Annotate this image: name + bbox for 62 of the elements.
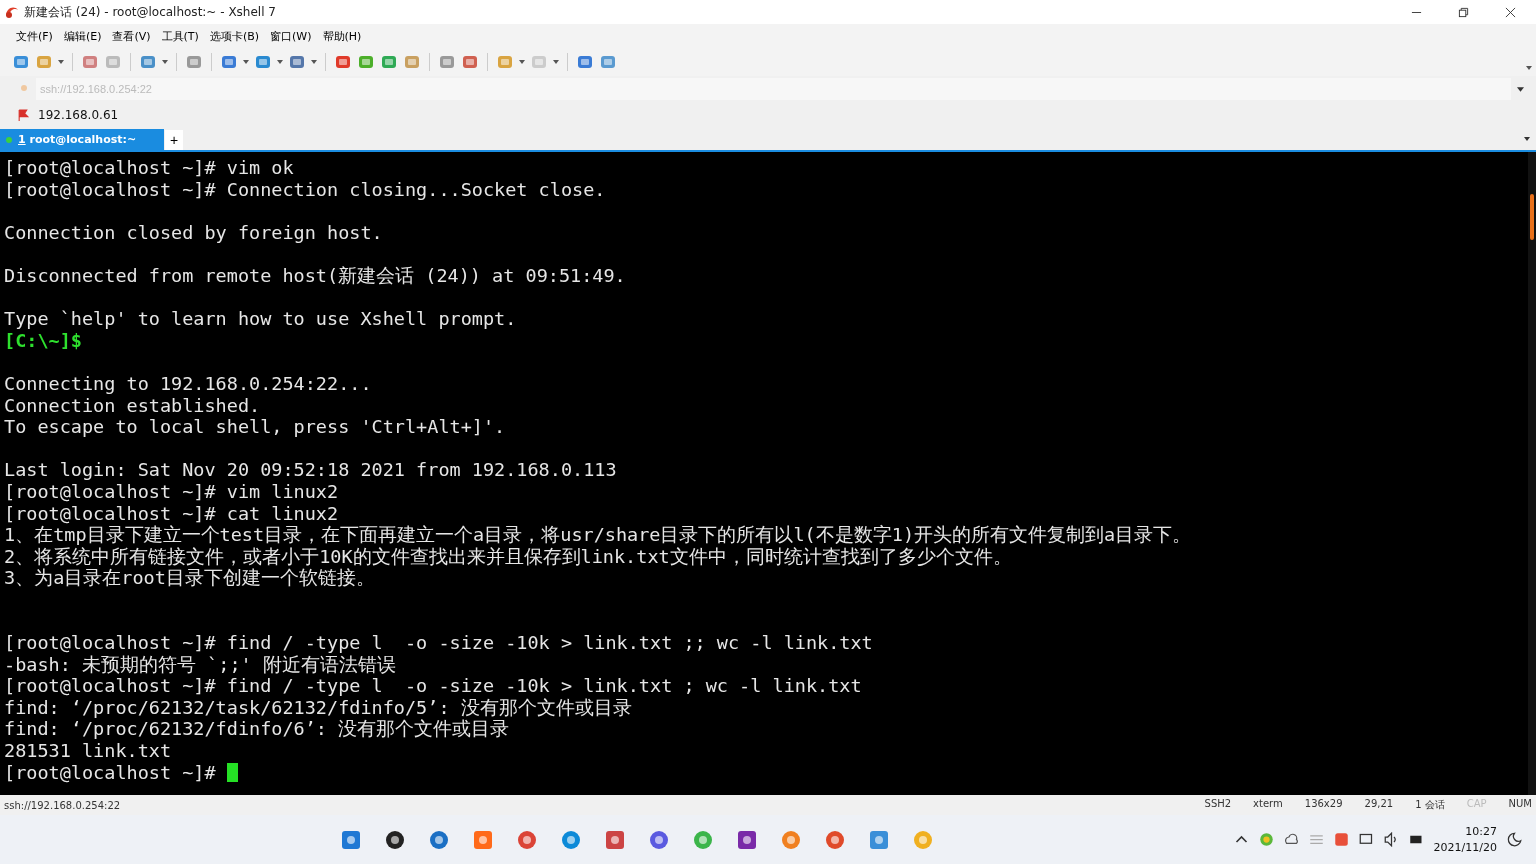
terminal-line: [root@localhost ~]# cat linux2: [4, 502, 339, 524]
menu-item[interactable]: 编辑(E): [63, 28, 102, 44]
menu-item[interactable]: 窗口(W): [270, 28, 312, 44]
terminal-line: Last login: Sat Nov 20 09:52:18 2021 from 192.168.0.113: [4, 459, 617, 481]
clock-date[interactable]: 2021/11/20: [1433, 839, 1497, 856]
clock-time[interactable]: 10:27: [1465, 823, 1497, 840]
terminal-line: To escape to local shell, press 'Ctrl+Alt+]'.: [4, 416, 506, 438]
terminal-line: 281531 link.txt: [4, 740, 172, 762]
terminal-line: [root@localhost ~]# vim ok: [4, 157, 294, 178]
terminal-line: -bash: 未预期的符号 `;;' 附近有语法错误: [4, 653, 396, 675]
terminal-line: [root@localhost ~]# vim linux2: [4, 480, 339, 502]
menu-item[interactable]: 帮助(H): [322, 28, 362, 44]
restore-icon[interactable]: [1458, 6, 1469, 18]
window-title: 新建会话 (24) - root@localhost:~ - Xshell 7: [24, 3, 276, 21]
menu-item[interactable]: 工具(T): [161, 28, 199, 44]
dropdown-caret-icon[interactable]: [1524, 137, 1530, 141]
status-item: SSH2: [1204, 798, 1232, 811]
status-item: 136x29: [1304, 798, 1343, 811]
session-tab[interactable]: 1 root@localhost:~: [0, 129, 165, 150]
dropdown-caret-icon[interactable]: [519, 60, 525, 64]
terminal-line: [root@localhost ~]# Connection closing...Socket close.: [4, 178, 606, 200]
address-field[interactable]: ssh://192.168.0.254:22: [36, 78, 1511, 100]
menu-item[interactable]: 查看(V): [112, 28, 151, 44]
status-item: NUM: [1508, 798, 1532, 811]
local-prompt: [C:\~]$: [4, 329, 82, 351]
status-item: 29,21: [1364, 798, 1394, 811]
speaker-icon[interactable]: [1383, 832, 1399, 847]
terminal-line: 2、将系统中所有链接文件，或者小于10K的文件查找出来并且保存到link.txt文件中，同时统计查找到了多少个文件。: [4, 545, 1012, 567]
dropdown-caret-icon[interactable]: [1517, 86, 1524, 92]
dropdown-caret-icon[interactable]: [58, 60, 64, 64]
terminal-panel[interactable]: [0, 152, 1536, 795]
terminal-line: 3、为a目录在root目录下创建一个软链接。: [4, 567, 375, 589]
dropdown-caret-icon[interactable]: [277, 60, 283, 64]
terminal-line: [root@localhost ~]# find / -type l -o -size -10k > link.txt ; wc -l link.txt: [4, 675, 862, 697]
terminal-line: Connecting to 192.168.0.254:22...: [4, 372, 372, 394]
new-tab-button[interactable]: +: [165, 130, 184, 150]
dropdown-caret-icon[interactable]: [311, 60, 317, 64]
moon-icon[interactable]: [1507, 832, 1522, 847]
terminal-line: Connection closed by foreign host.: [4, 221, 383, 243]
terminal-line: find: ‘/proc/62132/task/62132/fdinfo/5’: 没有那个文件或目录: [4, 696, 632, 718]
terminal-line: Connection established.: [4, 394, 261, 416]
menu-item[interactable]: 选项卡(B): [209, 28, 260, 44]
flag-icon: [17, 108, 30, 122]
terminal-line: Type `help' to learn how to use Xshell prompt.: [4, 308, 517, 330]
terminal-line: [root@localhost ~]# find / -type l -o -size -10k > link.txt ;; wc -l link.txt: [4, 632, 873, 654]
cloud-icon[interactable]: [1283, 832, 1299, 847]
dropdown-caret-icon[interactable]: [553, 60, 559, 64]
terminal-line: find: ‘/proc/62132/fdinfo/6’: 没有那个文件或目录: [4, 718, 510, 740]
menu-item[interactable]: 文件(F): [16, 28, 53, 44]
terminal-line: Disconnected from remote host(新建会话 (24)) at 09:51:49.: [4, 264, 626, 286]
dropdown-caret-icon[interactable]: [1526, 66, 1532, 70]
text-cursor: [226, 762, 238, 782]
scrollbar[interactable]: [1528, 152, 1536, 795]
terminal-line: 1、在tmp目录下建立一个test目录，在下面再建立一个a目录，将usr/share目录下的所有以l(不是数字1)开头的所有文件复制到a目录下。: [4, 524, 1192, 546]
dropdown-caret-icon[interactable]: [243, 60, 249, 64]
status-item: 1 会话: [1415, 798, 1445, 812]
status-address: ssh://192.168.0.254:22: [4, 799, 121, 811]
session-link[interactable]: 192.168.0.61: [38, 108, 119, 122]
dropdown-caret-icon[interactable]: [162, 60, 168, 64]
status-item: xterm: [1253, 798, 1283, 811]
terminal-prompt: [root@localhost ~]#: [4, 761, 217, 783]
close-icon[interactable]: [1505, 6, 1516, 18]
